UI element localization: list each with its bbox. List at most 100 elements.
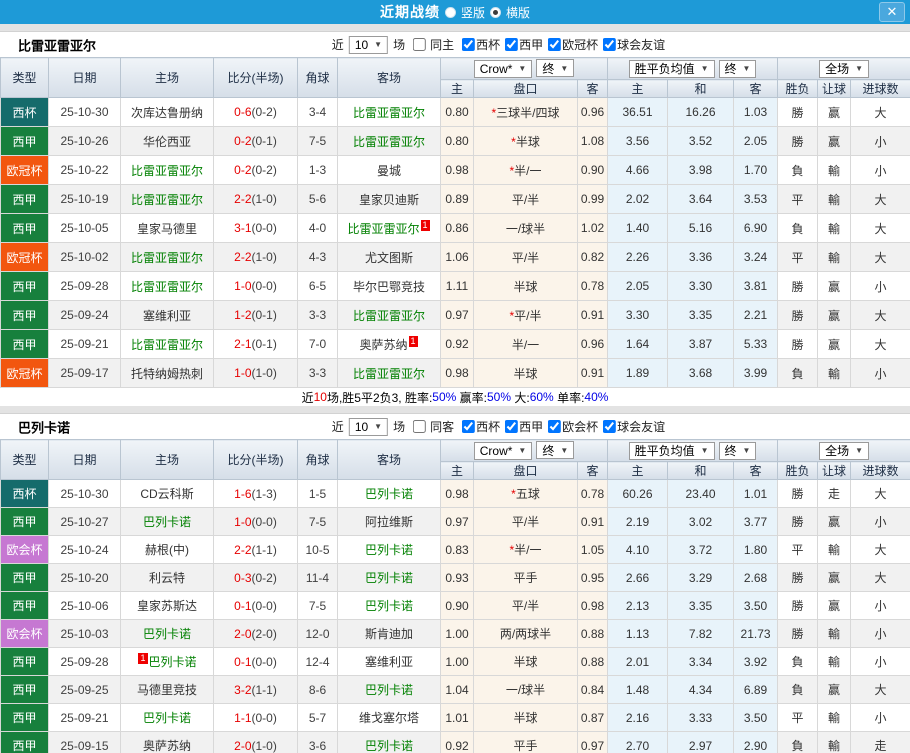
avg-away-odds: 2.90: [733, 731, 779, 753]
team-cell: 比雷亚雷亚尔: [120, 242, 214, 272]
avg-away-odds: 3.81: [733, 271, 779, 301]
team-name-highlight: 比雷亚雷亚尔: [352, 105, 425, 120]
result-handicap: 赢: [817, 675, 852, 704]
scope-select-value: 全场: [825, 444, 850, 458]
odds-source-select[interactable]: Crow* ▼: [473, 59, 533, 78]
match-score: 2-2(1-0): [213, 242, 298, 272]
match-row: 西甲 25-09-21 巴列卡诺 1-1(0-0) 5-7 维戈塞尔塔 1.01 半球 0.87…: [0, 703, 910, 732]
col-header-score[interactable]: 比分(半场): [213, 57, 298, 98]
avg-home-odds: 2.66: [607, 563, 669, 592]
final-handicap-select[interactable]: 终 ▼: [536, 441, 575, 460]
competition-type-badge: 西甲: [0, 271, 49, 301]
home-odds: 1.01: [440, 703, 474, 732]
away-odds: 0.98: [576, 591, 609, 620]
handicap-text: 半/一: [514, 163, 542, 178]
col-header-type: 类型: [0, 57, 49, 98]
team-name-plain: 奥萨苏纳: [142, 739, 191, 753]
col-header-avg_draw: 和: [667, 461, 735, 480]
avg-away-odds: 3.92: [733, 647, 779, 676]
match-row: 西杯 25-10-30 CD云科斯 1-6(1-3) 1-5 巴列卡诺 0.98 *五球 0.7…: [0, 479, 910, 508]
league-checkbox-1[interactable]: [505, 420, 519, 433]
match-date: 25-10-30: [48, 97, 121, 127]
fulltime-score: 1-0: [234, 366, 252, 380]
games-count-select-value: 10: [354, 37, 369, 52]
result-wdl: 勝: [777, 271, 819, 301]
team-name-highlight: 比雷亚雷亚尔: [347, 221, 420, 236]
same-venue-label: 同主: [430, 38, 455, 52]
home-odds: 0.80: [440, 97, 474, 127]
handicap-text: 三球半/四球: [496, 105, 560, 120]
col-header-avg_home: 主: [607, 79, 669, 98]
halftime-score: (0-0): [251, 654, 277, 669]
final-handicap-select[interactable]: 终 ▼: [536, 59, 575, 78]
final-average-select[interactable]: 终 ▼: [718, 441, 757, 460]
horizontal-layout-radio[interactable]: [490, 6, 501, 18]
result-scope-group: 全场 ▼: [777, 57, 910, 80]
team-cell: 托特纳姆热刺: [120, 358, 214, 388]
avg-away-odds: 3.50: [733, 591, 779, 620]
match-date: 25-09-21: [48, 329, 121, 359]
league-checkbox-1[interactable]: [505, 38, 519, 51]
result-wdl: 勝: [777, 619, 819, 648]
same-venue-checkbox[interactable]: [413, 38, 427, 51]
competition-type-badge: 西甲: [0, 329, 49, 359]
team-cell: 巴列卡诺: [337, 675, 441, 704]
halftime-score: (1-0): [251, 192, 277, 206]
result-wdl: 勝: [777, 479, 819, 508]
team-cell: 比雷亚雷亚尔: [120, 184, 214, 214]
col-header-odds_away: 客: [576, 461, 609, 480]
league-checkbox-3[interactable]: [603, 420, 617, 433]
odds-source-select[interactable]: Crow* ▼: [473, 441, 533, 460]
halftime-score: (0-0): [251, 221, 277, 235]
wdl-average-select[interactable]: 胜平负均值 ▼: [628, 441, 715, 460]
result-wdl: 負: [777, 647, 819, 676]
result-handicap: 赢: [817, 126, 852, 156]
result-handicap: 輸: [817, 647, 852, 676]
league-checkbox-2[interactable]: [548, 38, 562, 51]
near-label: 近: [331, 420, 344, 434]
league-checkbox-2[interactable]: [548, 420, 562, 433]
match-row: 欧会杯 25-10-03 巴列卡诺 2-0(2-0) 12-0 斯肯迪加 1.00 两/两球半…: [0, 619, 910, 648]
result-wdl: 負: [777, 213, 819, 243]
league-checkbox-3[interactable]: [603, 38, 617, 51]
team-cell: 塞维利亚: [120, 300, 214, 330]
match-row: 西甲 25-09-25 马德里竞技 3-2(1-1) 8-6 巴列卡诺 1.04 一/球半 0.…: [0, 675, 910, 704]
corner-count: 4-3: [297, 242, 338, 272]
games-count-select[interactable]: 10 ▼: [348, 35, 389, 54]
wdl-average-select[interactable]: 胜平负均值 ▼: [628, 59, 715, 78]
scope-select[interactable]: 全场 ▼: [819, 441, 870, 460]
chevron-down-icon: ▼: [855, 446, 864, 455]
vertical-layout-radio[interactable]: [444, 6, 456, 18]
match-row: 欧冠杯 25-09-17 托特纳姆热刺 1-0(1-0) 3-3 比雷亚雷亚尔 0.98 半球…: [0, 358, 910, 388]
team-name-highlight: 巴列卡诺: [142, 515, 191, 529]
result-handicap: 輸: [817, 213, 852, 243]
avg-home-odds: 4.10: [607, 535, 669, 564]
same-venue-checkbox[interactable]: [413, 420, 427, 433]
col-header-score[interactable]: 比分(半场): [213, 439, 298, 480]
result-goals: 大: [850, 329, 910, 359]
games-count-select[interactable]: 10 ▼: [348, 417, 389, 436]
result-handicap: 赢: [817, 329, 852, 359]
fulltime-score: 2-0: [234, 626, 252, 641]
wdl-average-select-value: 胜平负均值: [634, 444, 695, 458]
league-checkbox-0[interactable]: [462, 420, 476, 433]
match-score: 0-3(0-2): [213, 563, 298, 592]
final-average-select[interactable]: 终 ▼: [718, 59, 757, 78]
scope-select[interactable]: 全场 ▼: [819, 59, 870, 78]
team-cell: 马德里竞技: [120, 675, 214, 704]
col-header-goals: 进球数: [850, 79, 910, 98]
result-handicap: 輸: [817, 703, 852, 732]
vertical-layout-label[interactable]: 竖版: [461, 4, 485, 21]
fulltime-score: 0-1: [234, 598, 252, 613]
match-date: 25-10-30: [48, 479, 121, 508]
summary-part: 赢率:: [456, 390, 487, 405]
result-wdl: 平: [777, 184, 819, 214]
league-checkbox-0[interactable]: [462, 38, 476, 51]
horizontal-layout-label[interactable]: 横版: [506, 4, 530, 21]
avg-draw-odds: 3.52: [667, 126, 735, 156]
team-name-highlight: 巴列卡诺: [364, 599, 413, 613]
match-filters: 近 10 ▼ 场 同主 西杯 西甲 欧冠杯 球会友谊: [329, 35, 665, 54]
result-handicap: 輸: [817, 155, 852, 185]
handicap-line: 半球: [473, 358, 578, 388]
close-icon[interactable]: ✕: [879, 2, 905, 22]
